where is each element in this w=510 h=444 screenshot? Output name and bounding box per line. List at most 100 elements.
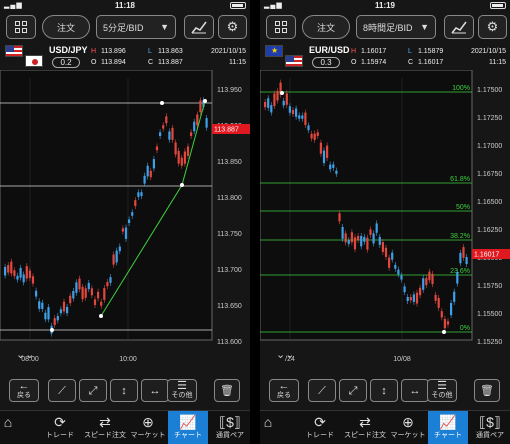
candle	[332, 164, 335, 168]
price-chart[interactable]: 1.17500 1.17250 1.17000 1.16750 1.16500 1.162…	[260, 70, 510, 370]
trade-icon: ⟳	[314, 414, 326, 430]
candle	[375, 223, 378, 233]
tab-currency-pair[interactable]: ⟦$⟧ 通貨ペア	[210, 411, 250, 444]
candle	[103, 288, 106, 300]
candle	[44, 312, 47, 320]
vertical-line-tool[interactable]: ↕	[110, 379, 138, 402]
candle	[391, 252, 394, 260]
c-label: C	[408, 59, 414, 66]
chart-settings-button[interactable]: ⚙	[218, 15, 247, 39]
menu-grid-button[interactable]	[266, 15, 296, 39]
candle	[428, 271, 431, 281]
candle	[431, 273, 434, 285]
status-bar: ▂▄▆ 11:19	[260, 0, 510, 12]
candle	[360, 235, 363, 247]
candle	[93, 299, 97, 306]
candle	[168, 131, 171, 140]
price-chart[interactable]: 113.950113.900113.850113.800113.750113.7…	[0, 70, 250, 370]
candle	[84, 288, 87, 298]
candle	[301, 115, 304, 119]
collapse-chevron-icon[interactable]: ⌄⌄	[16, 348, 34, 361]
horizontal-line-tool[interactable]: ↔	[141, 379, 169, 402]
currency-pair: EUR/USD	[309, 45, 350, 55]
home-icon: ⌂	[263, 414, 273, 430]
other-tools-button[interactable]: ☰ その他	[167, 379, 197, 402]
date-label: 2021/10/15	[210, 48, 246, 55]
low-value: 1.15879	[417, 48, 444, 55]
us-flag-icon	[285, 55, 303, 67]
period-select[interactable]: 5分足/BID ▼	[96, 15, 176, 39]
tab-chart[interactable]: 📈 チャート	[428, 411, 468, 444]
trend-anchor	[99, 314, 103, 318]
high-value: 113.896	[100, 48, 126, 55]
plot-area	[0, 70, 213, 341]
timestamp: 2021/10/15 11:15	[211, 46, 246, 68]
candle	[146, 165, 149, 177]
candle	[87, 282, 90, 290]
candle	[90, 288, 93, 296]
anchor-point	[442, 330, 446, 334]
fib-level-label: 61.8%	[450, 176, 470, 183]
chart-icon	[191, 21, 207, 34]
candle	[326, 145, 329, 158]
candle	[422, 278, 425, 290]
candle	[344, 233, 347, 243]
candle	[25, 266, 28, 279]
y-tick-label: 113.850	[217, 159, 242, 166]
other-tools-button[interactable]: ☰ その他	[427, 379, 457, 402]
horizontal-line-tool[interactable]: ↔	[401, 379, 429, 402]
candle	[177, 150, 180, 164]
order-button[interactable]: 注文	[302, 15, 350, 39]
indicator-button[interactable]	[444, 15, 474, 39]
plot-area	[260, 70, 473, 341]
y-tick-label: 1.17500	[477, 87, 502, 94]
list-icon: ☰	[437, 379, 447, 392]
trendline-tool[interactable]: ⟋	[48, 379, 76, 402]
tab-speed-order[interactable]: ⇄ スピード注文	[82, 411, 128, 444]
chevron-down-icon: ▼	[420, 22, 429, 32]
tab-home[interactable]: ⌂	[260, 411, 276, 444]
indicator-button[interactable]	[184, 15, 214, 39]
tab-speed-order[interactable]: ⇄ スピード注文	[342, 411, 388, 444]
globe-icon: ⊕	[142, 414, 154, 430]
vertical-line-tool[interactable]: ↕	[370, 379, 398, 402]
tab-market[interactable]: ⊕ マーケット	[388, 411, 428, 444]
tab-chart[interactable]: 📈 チャート	[168, 411, 208, 444]
ray-tool[interactable]: ⤢	[339, 379, 367, 402]
tab-market[interactable]: ⊕ マーケット	[128, 411, 168, 444]
candle	[465, 257, 468, 265]
candle	[4, 266, 7, 276]
candle	[140, 192, 143, 197]
collapse-chevron-icon[interactable]: ⌄⌄	[276, 348, 294, 361]
diagonal-line-icon: ⟋	[58, 384, 66, 397]
candle	[450, 302, 453, 316]
ray-tool[interactable]: ⤢	[79, 379, 107, 402]
candle	[56, 316, 59, 321]
x-tick-label: 10/08	[393, 356, 411, 363]
fib-level-label: 23.6%	[450, 268, 470, 275]
chevron-down-icon: ▼	[160, 22, 169, 32]
delete-button[interactable]: 🗑	[474, 379, 500, 402]
candle	[295, 108, 298, 117]
back-button[interactable]: ← 戻る	[269, 379, 299, 402]
y-tick-label: 1.16750	[477, 171, 502, 178]
tab-trade[interactable]: ⟳ トレード	[40, 411, 80, 444]
candle	[81, 286, 84, 300]
tab-label: チャート	[174, 432, 202, 439]
tab-currency-pair[interactable]: ⟦$⟧ 通貨ペア	[470, 411, 510, 444]
period-select[interactable]: 8時間足/BID ▼	[356, 15, 436, 39]
chart-settings-button[interactable]: ⚙	[478, 15, 507, 39]
trendline-tool[interactable]: ⟋	[308, 379, 336, 402]
tab-trade[interactable]: ⟳ トレード	[300, 411, 340, 444]
candle	[72, 291, 75, 299]
menu-grid-button[interactable]	[6, 15, 36, 39]
delete-button[interactable]: 🗑	[214, 379, 240, 402]
candle	[22, 274, 25, 283]
candle	[406, 296, 409, 302]
gear-icon: ⚙	[486, 19, 499, 34]
candle	[183, 151, 186, 164]
order-button[interactable]: 注文	[42, 15, 90, 39]
battery-icon	[490, 2, 506, 9]
back-button[interactable]: ← 戻る	[9, 379, 39, 402]
tab-home[interactable]: ⌂	[0, 411, 16, 444]
